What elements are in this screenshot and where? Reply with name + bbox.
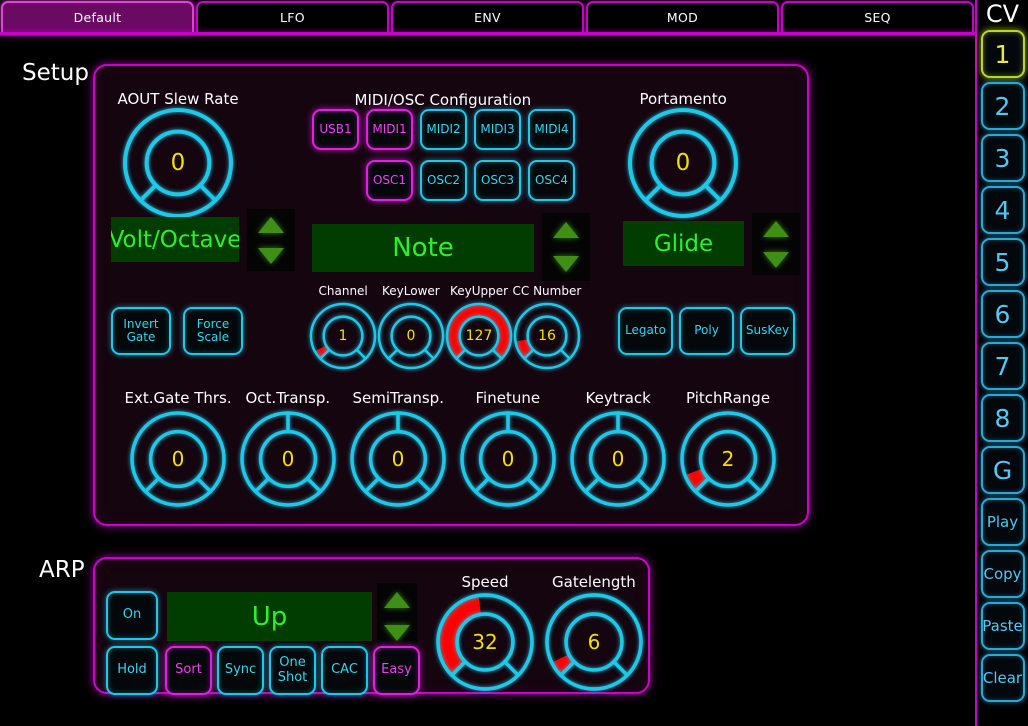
midi-osc-config-title: MIDI/OSC Configuration xyxy=(354,91,532,109)
small-knob-channel-knob[interactable]: 1 xyxy=(309,302,377,370)
sidebar-title: CV xyxy=(985,0,1020,28)
midi-osc-button-midi4[interactable]: MIDI4 xyxy=(528,109,575,150)
spinner-down-arrow-icon[interactable] xyxy=(553,256,579,272)
arp-knob-speed-knob[interactable]: 32 xyxy=(436,593,534,691)
arp-on-button[interactable]: On xyxy=(106,591,158,640)
bottom-knob-title-5: PitchRange xyxy=(686,389,771,407)
setup-section-label: Setup xyxy=(22,60,89,86)
sidebar-item-list: 1 2 3 4 5 6 7 8 G Play Copy Paste Clear xyxy=(980,30,1025,706)
arp-knob-title-1: Gatelength xyxy=(552,573,636,591)
arp-button-easy[interactable]: Easy xyxy=(373,646,420,695)
sidebar-item-paste[interactable]: Paste xyxy=(980,602,1025,650)
small-knob-title-1: KeyLower xyxy=(382,284,440,298)
sidebar-item-7[interactable]: 7 xyxy=(980,342,1025,390)
midi-osc-button-osc3[interactable]: OSC3 xyxy=(474,160,521,201)
spinner-down-arrow-icon[interactable] xyxy=(258,247,284,264)
midi-osc-button-osc2[interactable]: OSC2 xyxy=(420,160,467,201)
midi-event-spinner[interactable] xyxy=(542,213,590,281)
spinner-up-arrow-icon[interactable] xyxy=(553,222,579,238)
aout-slew-rate-knob[interactable]: 0 xyxy=(122,107,234,219)
bottom-knob-title-0: Ext.Gate Thrs. xyxy=(124,389,232,407)
midi-osc-button-midi3[interactable]: MIDI3 xyxy=(474,109,521,150)
setup-button-legato[interactable]: Legato xyxy=(618,307,673,355)
setup-panel: AOUT Slew Rate 0 Volt/Octave MIDI/OSC Confi… xyxy=(93,64,809,526)
portamento-title: Portamento xyxy=(639,90,727,108)
tab-lfo[interactable]: LFO xyxy=(196,1,389,32)
tab-bar: Default LFO ENV MOD SEQ xyxy=(0,0,975,32)
sidebar-item-4[interactable]: 4 xyxy=(980,186,1025,234)
bottom-knob-title-1: Oct.Transp. xyxy=(245,389,331,407)
sidebar-item-8[interactable]: 8 xyxy=(980,394,1025,442)
bottom-knob-ext-gate-thrs--knob[interactable]: 0 xyxy=(130,411,226,507)
arp-knob-title-0: Speed xyxy=(461,573,509,591)
arp-button-one-shot[interactable]: One Shot xyxy=(269,646,316,695)
midi-osc-button-midi1[interactable]: MIDI1 xyxy=(366,109,413,150)
aout-mode-display[interactable]: Volt/Octave xyxy=(111,217,239,262)
spinner-up-arrow-icon[interactable] xyxy=(763,220,789,237)
bottom-knob-semitransp--knob[interactable]: 0 xyxy=(350,411,446,507)
small-knob-title-0: Channel xyxy=(318,284,368,298)
sidebar-item-5[interactable]: 5 xyxy=(980,238,1025,286)
midi-osc-button-midi2[interactable]: MIDI2 xyxy=(420,109,467,150)
sidebar-item-1[interactable]: 1 xyxy=(980,30,1025,78)
sidebar-item-3[interactable]: 3 xyxy=(980,134,1025,182)
setup-button-poly[interactable]: Poly xyxy=(679,307,734,355)
sidebar-item-6[interactable]: 6 xyxy=(980,290,1025,338)
setup-button-force-scale[interactable]: Force Scale xyxy=(183,307,243,355)
arp-button-sync[interactable]: Sync xyxy=(217,646,264,695)
bottom-knob-keytrack-knob[interactable]: 0 xyxy=(570,411,666,507)
spinner-down-arrow-icon[interactable] xyxy=(384,624,410,641)
arp-panel: On Hold Up Sort Sync One Shot CAC Easy Speed 32 Gat… xyxy=(93,557,650,695)
sidebar-item-2[interactable]: 2 xyxy=(980,82,1025,130)
bottom-knob-pitchrange-knob[interactable]: 2 xyxy=(680,411,776,507)
arp-knob-gatelength-knob[interactable]: 6 xyxy=(545,593,643,691)
sidebar-item-clear[interactable]: Clear xyxy=(980,654,1025,702)
sidebar-item-g[interactable]: G xyxy=(980,446,1025,494)
bottom-knob-finetune-knob[interactable]: 0 xyxy=(460,411,556,507)
arp-mode-spinner[interactable] xyxy=(377,583,417,649)
arp-button-cac[interactable]: CAC xyxy=(321,646,368,695)
small-knob-title-3: CC Number xyxy=(512,284,582,298)
spinner-up-arrow-icon[interactable] xyxy=(258,216,284,233)
aout-slew-rate-title: AOUT Slew Rate xyxy=(117,90,239,108)
arp-button-sort[interactable]: Sort xyxy=(165,646,212,695)
setup-button-invert-gate[interactable]: Invert Gate xyxy=(111,307,171,355)
arp-section-label: ARP xyxy=(39,557,85,583)
portamento-knob[interactable]: 0 xyxy=(627,107,739,219)
arp-hold-button[interactable]: Hold xyxy=(106,646,158,695)
tab-env[interactable]: ENV xyxy=(391,1,584,32)
tab-default[interactable]: Default xyxy=(1,1,194,32)
tab-underline xyxy=(0,32,975,35)
spinner-down-arrow-icon[interactable] xyxy=(763,251,789,268)
small-knob-keylower-knob[interactable]: 0 xyxy=(377,302,445,370)
bottom-knob-title-4: Keytrack xyxy=(585,389,651,407)
setup-button-suskey[interactable]: SusKey xyxy=(740,307,795,355)
cv-sidebar: CV 1 2 3 4 5 6 7 8 G Play Copy Paste Clear xyxy=(975,0,1028,726)
midi-osc-button-osc4[interactable]: OSC4 xyxy=(528,160,575,201)
spinner-up-arrow-icon[interactable] xyxy=(384,591,410,608)
midi-osc-button-usb1[interactable]: USB1 xyxy=(312,109,359,150)
small-knob-title-2: KeyUpper xyxy=(450,284,509,298)
arp-mode-display[interactable]: Up xyxy=(167,592,372,641)
bottom-knob-oct-transp--knob[interactable]: 0 xyxy=(240,411,336,507)
small-knob-cc-number-knob[interactable]: 16 xyxy=(513,302,581,370)
tab-mod[interactable]: MOD xyxy=(586,1,779,32)
midi-osc-button-osc1[interactable]: OSC1 xyxy=(366,160,413,201)
sidebar-item-copy[interactable]: Copy xyxy=(980,550,1025,598)
sidebar-item-play[interactable]: Play xyxy=(980,498,1025,546)
portamento-mode-display[interactable]: Glide xyxy=(623,221,744,266)
bottom-knob-title-2: SemiTransp. xyxy=(352,389,444,407)
tab-seq[interactable]: SEQ xyxy=(781,1,974,32)
small-knob-keyupper-knob[interactable]: 127 xyxy=(445,302,513,370)
midi-event-display[interactable]: Note xyxy=(312,224,534,272)
aout-mode-spinner[interactable] xyxy=(247,209,295,271)
portamento-mode-spinner[interactable] xyxy=(752,213,800,275)
bottom-knob-title-3: Finetune xyxy=(475,389,541,407)
